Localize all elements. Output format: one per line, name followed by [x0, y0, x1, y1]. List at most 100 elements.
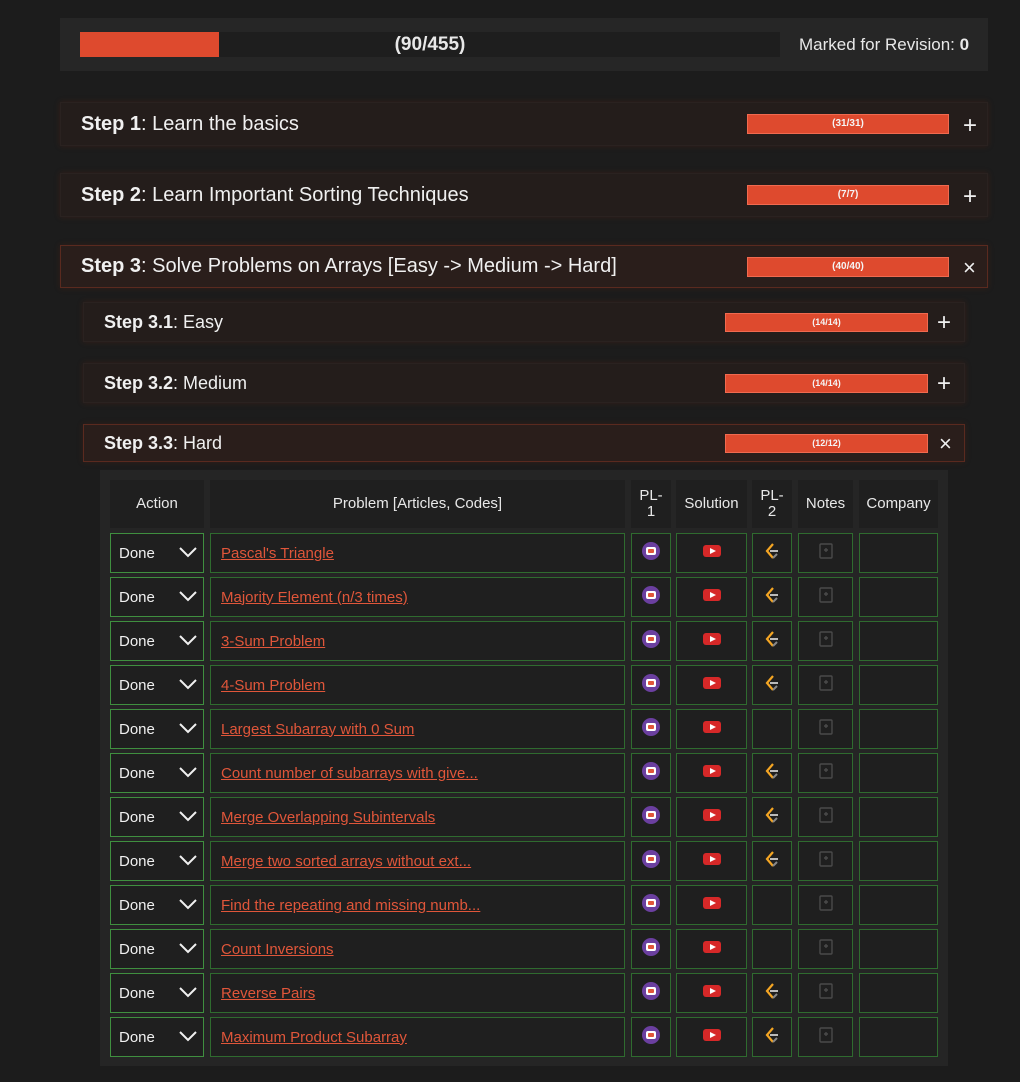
action-select[interactable]: Done [110, 885, 204, 925]
problem-link[interactable]: Merge two sorted arrays without ext... [221, 853, 471, 870]
problem-cell: Count number of subarrays with give... [210, 753, 625, 793]
problem-link[interactable]: Maximum Product Subarray [221, 1029, 407, 1046]
company-cell [859, 973, 938, 1013]
note-add-icon[interactable] [816, 805, 836, 830]
step-2-expand-icon[interactable]: + [963, 185, 977, 209]
note-add-icon[interactable] [816, 893, 836, 918]
codestudio-icon[interactable] [641, 981, 661, 1006]
solution-cell [676, 577, 747, 617]
youtube-icon[interactable] [702, 937, 722, 962]
leetcode-icon[interactable] [762, 585, 782, 610]
youtube-icon[interactable] [702, 673, 722, 698]
problem-link[interactable]: Merge Overlapping Subintervals [221, 809, 435, 826]
note-add-icon[interactable] [816, 629, 836, 654]
step-1-expand-icon[interactable]: + [963, 114, 977, 138]
step-2-header[interactable]: Step 2 : Learn Important Sorting Techniq… [60, 173, 988, 217]
problem-link[interactable]: Pascal's Triangle [221, 545, 334, 562]
youtube-icon[interactable] [702, 1025, 722, 1050]
step-3-3-header[interactable]: Step 3.3 : Hard (12/12) × [83, 424, 965, 462]
youtube-icon[interactable] [702, 981, 722, 1006]
action-select[interactable]: Done [110, 1017, 204, 1057]
note-add-icon[interactable] [816, 585, 836, 610]
pl1-cell [631, 1017, 671, 1057]
problem-link[interactable]: 3-Sum Problem [221, 633, 325, 650]
problem-cell: Pascal's Triangle [210, 533, 625, 573]
action-select[interactable]: Done [110, 929, 204, 969]
note-add-icon[interactable] [816, 1025, 836, 1050]
action-select[interactable]: Done [110, 753, 204, 793]
codestudio-icon[interactable] [641, 673, 661, 698]
note-add-icon[interactable] [816, 937, 836, 962]
codestudio-icon[interactable] [641, 1025, 661, 1050]
problem-link[interactable]: Reverse Pairs [221, 985, 315, 1002]
note-add-icon[interactable] [816, 541, 836, 566]
youtube-icon[interactable] [702, 717, 722, 742]
chevron-down-icon [179, 591, 197, 602]
leetcode-icon[interactable] [762, 629, 782, 654]
note-add-icon[interactable] [816, 849, 836, 874]
step-3-header[interactable]: Step 3 : Solve Problems on Arrays [Easy … [60, 245, 988, 288]
youtube-icon[interactable] [702, 585, 722, 610]
action-select[interactable]: Done [110, 709, 204, 749]
note-add-icon[interactable] [816, 761, 836, 786]
action-select[interactable]: Done [110, 577, 204, 617]
table-row: Done Maximum Product Subarray [100, 1017, 948, 1057]
note-add-icon[interactable] [816, 981, 836, 1006]
codestudio-icon[interactable] [641, 629, 661, 654]
step-3-2-header[interactable]: Step 3.2 : Medium (14/14) + [83, 363, 965, 403]
codestudio-icon[interactable] [641, 585, 661, 610]
codestudio-icon[interactable] [641, 761, 661, 786]
codestudio-icon[interactable] [641, 805, 661, 830]
step-2-title: Step 2 : Learn Important Sorting Techniq… [81, 183, 469, 206]
youtube-icon[interactable] [702, 849, 722, 874]
problem-cell: Find the repeating and missing numb... [210, 885, 625, 925]
youtube-icon[interactable] [702, 629, 722, 654]
problem-link[interactable]: 4-Sum Problem [221, 677, 325, 694]
step-3-3-progress: (12/12) [725, 434, 928, 453]
youtube-icon[interactable] [702, 761, 722, 786]
pl2-cell [752, 841, 792, 881]
step-1-progress: (31/31) [747, 114, 949, 134]
step-3-1-header[interactable]: Step 3.1 : Easy (14/14) + [83, 302, 965, 342]
codestudio-icon[interactable] [641, 849, 661, 874]
problem-link[interactable]: Count number of subarrays with give... [221, 765, 478, 782]
action-select[interactable]: Done [110, 973, 204, 1013]
step-3-2-expand-icon[interactable]: + [937, 372, 951, 396]
leetcode-icon[interactable] [762, 541, 782, 566]
header-pl1: PL- 1 [631, 480, 671, 528]
problem-link[interactable]: Majority Element (n/3 times) [221, 589, 408, 606]
action-select[interactable]: Done [110, 533, 204, 573]
youtube-icon[interactable] [702, 805, 722, 830]
codestudio-icon[interactable] [641, 937, 661, 962]
leetcode-icon[interactable] [762, 849, 782, 874]
action-select[interactable]: Done [110, 841, 204, 881]
leetcode-icon[interactable] [762, 1025, 782, 1050]
step-3-collapse-icon[interactable]: × [963, 257, 976, 279]
leetcode-icon[interactable] [762, 805, 782, 830]
leetcode-icon[interactable] [762, 981, 782, 1006]
note-add-icon[interactable] [816, 673, 836, 698]
youtube-icon[interactable] [702, 541, 722, 566]
action-select[interactable]: Done [110, 665, 204, 705]
pl2-cell [752, 577, 792, 617]
leetcode-icon[interactable] [762, 761, 782, 786]
chevron-down-icon [179, 987, 197, 998]
step-1-header[interactable]: Step 1 : Learn the basics (31/31) + [60, 102, 988, 146]
youtube-icon[interactable] [702, 893, 722, 918]
leetcode-icon[interactable] [762, 673, 782, 698]
problem-link[interactable]: Find the repeating and missing numb... [221, 897, 480, 914]
step-3-3-collapse-icon[interactable]: × [939, 433, 952, 455]
codestudio-icon[interactable] [641, 893, 661, 918]
codestudio-icon[interactable] [641, 717, 661, 742]
notes-cell [798, 709, 853, 749]
table-row: Done Count number of subarrays with give.… [100, 753, 948, 793]
notes-cell [798, 797, 853, 837]
action-select[interactable]: Done [110, 621, 204, 661]
problem-link[interactable]: Largest Subarray with 0 Sum [221, 721, 414, 738]
note-add-icon[interactable] [816, 717, 836, 742]
problem-link[interactable]: Count Inversions [221, 941, 334, 958]
action-select[interactable]: Done [110, 797, 204, 837]
step-3-1-expand-icon[interactable]: + [937, 311, 951, 335]
chevron-down-icon [179, 767, 197, 778]
codestudio-icon[interactable] [641, 541, 661, 566]
